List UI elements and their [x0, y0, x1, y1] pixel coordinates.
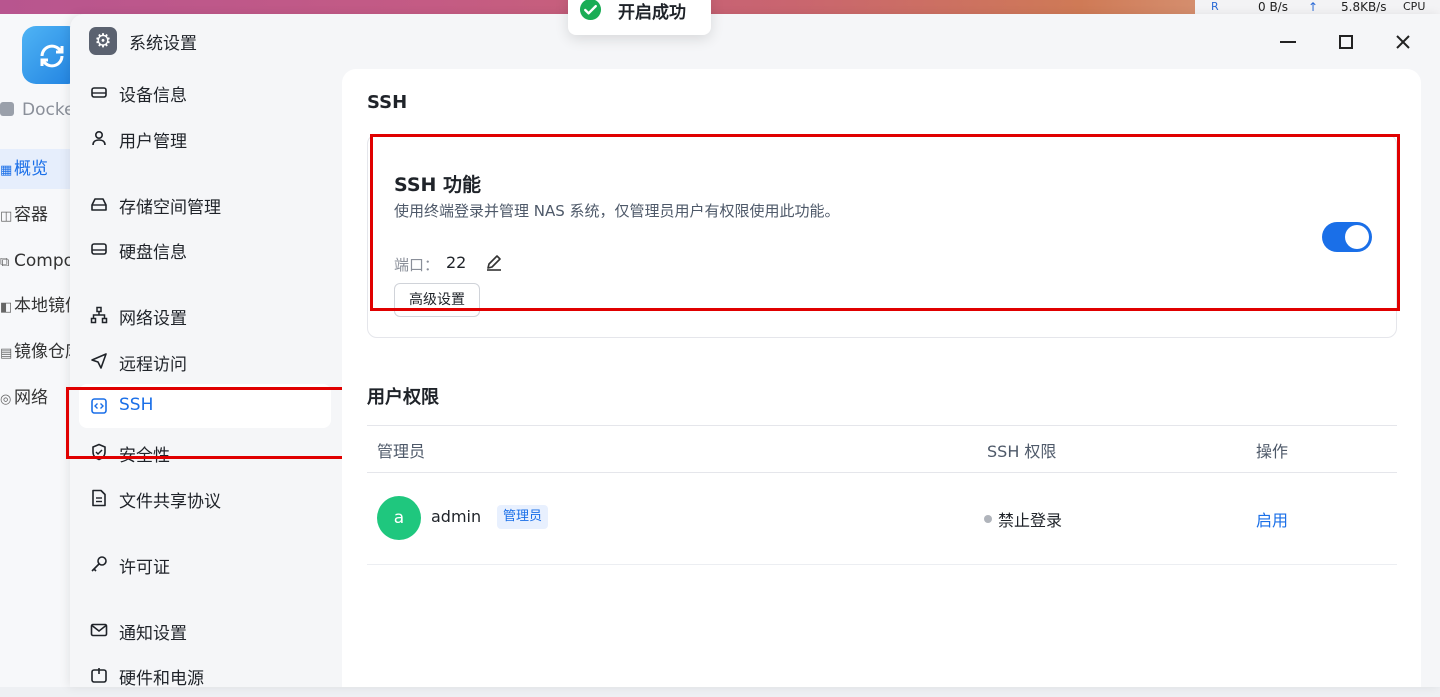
- upload-rate: 5.8KB/s: [1341, 0, 1387, 14]
- background-menu-item[interactable]: ◫ 容器: [0, 195, 80, 235]
- ssh-section-title: SSH: [367, 92, 408, 113]
- background-menu-label: 容器: [14, 205, 48, 225]
- upload-arrow-icon: ↑: [1308, 0, 1319, 14]
- repo-icon: ▤: [0, 346, 13, 361]
- sidebar-item-label: 用户管理: [119, 132, 187, 152]
- column-header-ssh-permission: SSH 权限: [987, 442, 1057, 461]
- role-badge: 管理员: [497, 505, 549, 529]
- background-menu-item[interactable]: ▤ 镜像仓库: [0, 332, 80, 372]
- sidebar-item-label: 安全性: [119, 446, 170, 466]
- check-circle-icon: [579, 0, 602, 21]
- shield-icon: [92, 443, 106, 461]
- sidebar-item-device[interactable]: 设备信息: [79, 70, 331, 114]
- disk-icon: [91, 243, 107, 255]
- sidebar-item-label: 硬件和电源: [119, 669, 204, 689]
- sidebar-item-storage[interactable]: 存储空间管理: [79, 182, 331, 226]
- sidebar-item-label: 硬盘信息: [119, 243, 187, 263]
- ssh-toggle-switch[interactable]: [1322, 222, 1372, 252]
- background-menu-item[interactable]: ◎ 网络: [0, 378, 80, 418]
- download-label: R: [1211, 0, 1219, 13]
- image-icon: ◧: [0, 300, 13, 315]
- ssh-card-title: SSH 功能: [394, 174, 482, 196]
- advanced-settings-button[interactable]: 高级设置: [394, 283, 480, 317]
- titlebar: ⚙ 系统设置: [70, 14, 1440, 69]
- power-icon: [91, 668, 107, 683]
- sidebar-item-label: 设备信息: [119, 86, 187, 106]
- sidebar-item-label: 网络设置: [119, 309, 187, 329]
- sidebar-item-mail[interactable]: 通知设置: [79, 608, 331, 652]
- table-row: a admin 管理员 禁止登录 启用: [367, 472, 1397, 565]
- settings-sidebar: 设备信息用户管理存储空间管理 硬盘信息网络设置远程访问 SSH 安全性文件共享协议 许可…: [70, 69, 342, 689]
- background-docker-app: Docke ▦ 概览 ◫ 容器 ⧉ Compo ◧ 本地镜像 ▤ 镜像仓库 ◎ 网络: [0, 14, 82, 687]
- sidebar-item-shield[interactable]: 安全性: [79, 430, 331, 474]
- background-menu-item[interactable]: ◧ 本地镜像: [0, 286, 80, 326]
- background-menu-label: 概览: [14, 159, 48, 179]
- sidebar-item-key[interactable]: 许可证: [79, 542, 331, 586]
- enable-link[interactable]: 启用: [1256, 507, 1288, 531]
- column-header-admin: 管理员: [377, 442, 426, 461]
- sidebar-item-label: SSH: [119, 395, 154, 415]
- sidebar-item-disk[interactable]: 硬盘信息: [79, 227, 331, 271]
- settings-window: ⚙ 系统设置 设备信息用户管理存储空间管理 硬盘信息网络设置远程访问 SSH 安全性文…: [66, 14, 1440, 689]
- ssh-icon: [91, 398, 107, 414]
- background-menu-item[interactable]: ▦ 概览: [0, 149, 80, 189]
- grid-icon: ▦: [0, 163, 13, 178]
- user-icon: [92, 130, 106, 146]
- docker-icon: [0, 102, 14, 116]
- status-dot-icon: [984, 515, 992, 523]
- table-header: 管理员 SSH 权限 操作: [367, 425, 1397, 473]
- storage-icon: [91, 198, 107, 211]
- port-label: 端口：: [394, 256, 440, 274]
- port-value: 22: [446, 253, 467, 272]
- send-icon: [91, 353, 107, 369]
- sidebar-item-label: 存储空间管理: [119, 198, 221, 218]
- background-menu-item[interactable]: ⧉ Compo: [0, 241, 80, 281]
- mail-icon: [90, 623, 108, 637]
- sidebar-item-label: 许可证: [119, 558, 170, 578]
- gear-icon: ⚙: [89, 27, 117, 55]
- permissions-section-title: 用户权限: [367, 387, 439, 408]
- network-icon: [90, 306, 108, 324]
- device-icon: [91, 87, 107, 98]
- ssh-description: 使用终端登录并管理 NAS 系统，仅管理员用户有权限使用此功能。: [394, 202, 840, 220]
- minimize-button[interactable]: [1274, 28, 1302, 56]
- close-button[interactable]: [1389, 28, 1417, 56]
- compose-icon: ⧉: [0, 255, 10, 270]
- background-menu-label: Compo: [14, 251, 75, 271]
- main-panel: SSH SSH 功能 使用终端登录并管理 NAS 系统，仅管理员用户有权限使用此…: [342, 69, 1421, 687]
- network-monitor: R 0 B/s ↑ 5.8KB/s CPU: [1195, 0, 1440, 14]
- user-name: admin: [431, 507, 482, 526]
- maximize-button[interactable]: [1332, 28, 1360, 56]
- cpu-label: CPU: [1403, 0, 1426, 13]
- network-icon: ◎: [0, 392, 12, 407]
- window-title: 系统设置: [129, 34, 197, 54]
- pencil-icon[interactable]: [484, 252, 504, 272]
- file-icon: [92, 489, 106, 507]
- sidebar-item-power[interactable]: 硬件和电源: [79, 653, 331, 697]
- container-icon: ◫: [0, 209, 13, 224]
- toggle-knob: [1345, 225, 1369, 249]
- toast-message: 开启成功: [618, 3, 686, 23]
- sidebar-item-file[interactable]: 文件共享协议: [79, 476, 331, 520]
- sidebar-item-ssh[interactable]: SSH: [79, 384, 331, 428]
- download-rate: 0 B/s: [1258, 0, 1288, 14]
- sidebar-item-send[interactable]: 远程访问: [79, 339, 331, 383]
- docker-label: Docke: [22, 100, 75, 120]
- sidebar-item-user[interactable]: 用户管理: [79, 116, 331, 160]
- sidebar-item-label: 通知设置: [119, 624, 187, 644]
- sidebar-item-label: 文件共享协议: [119, 492, 221, 512]
- key-icon: [91, 556, 107, 572]
- column-header-actions: 操作: [1256, 442, 1289, 461]
- sidebar-item-label: 远程访问: [119, 355, 187, 375]
- avatar: a: [377, 496, 421, 540]
- sidebar-item-network[interactable]: 网络设置: [79, 293, 331, 337]
- success-toast: 开启成功: [568, 0, 711, 35]
- background-menu-label: 网络: [14, 388, 48, 408]
- ssh-status: 禁止登录: [998, 511, 1063, 530]
- ssh-feature-card: SSH 功能 使用终端登录并管理 NAS 系统，仅管理员用户有权限使用此功能。 …: [367, 134, 1397, 338]
- docker-header: Docke: [0, 100, 75, 120]
